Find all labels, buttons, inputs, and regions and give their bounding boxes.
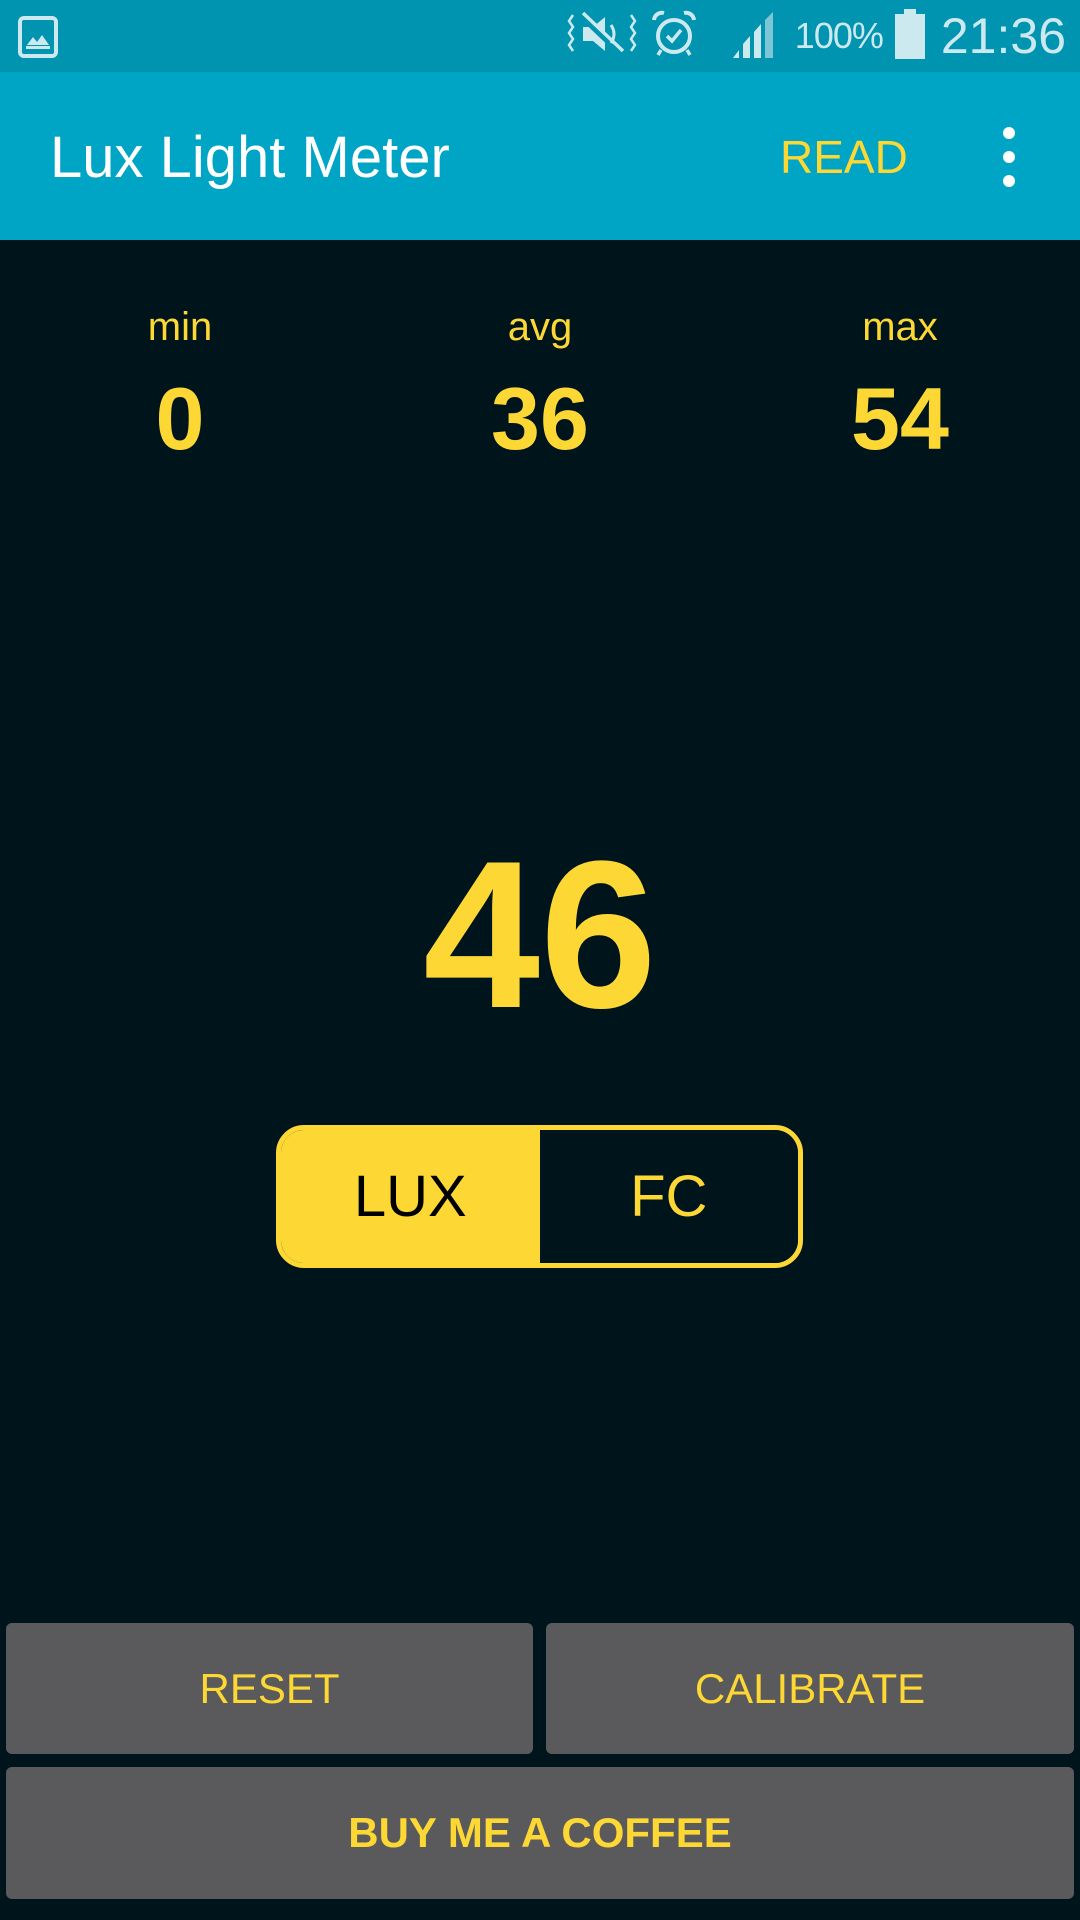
alarm-icon [651, 10, 697, 63]
signal-icon [731, 10, 777, 63]
app-title: Lux Light Meter [50, 125, 450, 190]
unit-toggle[interactable]: LUX FC [276, 1125, 803, 1268]
unit-option-lux[interactable]: LUX [281, 1130, 540, 1263]
current-reading: 46 [423, 817, 657, 1052]
stat-avg: avg 36 [390, 305, 690, 470]
gallery-notification-icon [18, 16, 58, 58]
stat-min-label: min [147, 305, 213, 349]
reset-button[interactable]: RESET [6, 1623, 533, 1754]
status-bar: 100% 21:36 [0, 0, 1080, 72]
more-vert-icon[interactable] [995, 127, 1023, 187]
unit-option-fc[interactable]: FC [539, 1130, 798, 1263]
read-button[interactable]: READ [780, 130, 908, 184]
stat-avg-value: 36 [491, 369, 589, 468]
stat-max-label: max [862, 305, 938, 349]
stat-min: min 0 [30, 305, 330, 470]
app-bar: Lux Light Meter READ [0, 72, 1080, 240]
buy-me-a-coffee-button[interactable]: BUY ME A COFFEE [6, 1767, 1074, 1899]
stat-max: max 54 [750, 305, 1050, 470]
stat-avg-label: avg [507, 305, 573, 349]
stat-min-value: 0 [155, 369, 205, 468]
stat-max-value: 54 [851, 369, 949, 468]
battery-icon [894, 8, 925, 64]
battery-percent: 100% [794, 15, 884, 56]
calibrate-button[interactable]: CALIBRATE [546, 1623, 1074, 1754]
clock: 21:36 [940, 8, 1066, 64]
vibrate-mute-icon [567, 11, 637, 62]
